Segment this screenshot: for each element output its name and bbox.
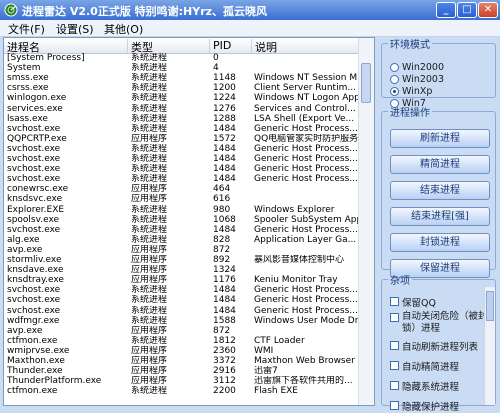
radar-app-icon (4, 3, 18, 17)
window-title: 进程雷达 V2.0正式版 特别鸣谢:HYrz、孤云晓风 (22, 5, 268, 18)
process-pid-cell: 2200 (213, 386, 236, 397)
checkbox-box (390, 297, 399, 306)
radio-win2003[interactable]: Win2003 (390, 73, 444, 85)
checkbox-box (390, 381, 399, 390)
misc-scrollbar[interactable] (484, 287, 495, 405)
checkbox-box (390, 341, 399, 350)
process-name-cell: ctfmon.exe (7, 386, 58, 397)
menu-settings[interactable]: 设置(S) (56, 21, 94, 37)
process-description-cell: Windows User Mode Dr... (254, 315, 358, 326)
maximize-button[interactable]: □ (457, 2, 477, 18)
checkbox-label: 隐藏系统进程 (402, 381, 460, 393)
close-button[interactable]: ✕ (478, 2, 498, 18)
column-header-pid[interactable]: PID (210, 39, 252, 53)
checkbox-auto-trim[interactable]: 自动精简进程 (390, 359, 460, 373)
process-ops-group: 进程操作 刷新进程 精简进程 结束进程 结束进程[强] 封锁进程 保留进程 (381, 104, 496, 278)
checkbox-hide-system[interactable]: 隐藏系统进程 (390, 379, 460, 393)
column-header-type[interactable]: 类型 (128, 39, 210, 54)
process-list-header: 进程名 类型 PID 说明 (4, 38, 374, 54)
checkbox-label: 保留QQ (402, 297, 436, 309)
checkbox-box (390, 313, 399, 322)
process-list[interactable]: 进程名 类型 PID 说明 [System Process] 系统进程 0 Syste… (3, 37, 375, 406)
radio-win2000[interactable]: Win2000 (390, 61, 444, 73)
menu-other[interactable]: 其他(O) (104, 21, 143, 37)
radio-label: WinXp (402, 85, 433, 97)
radio-dot (390, 74, 399, 84)
column-header-name[interactable]: 进程名 (4, 39, 128, 54)
process-description-cell: Application Layer Ga... (254, 234, 357, 245)
process-list-scrollbar[interactable] (358, 38, 374, 405)
radio-label: Win2003 (402, 73, 445, 85)
checkbox-box (390, 361, 399, 370)
checkbox-label: 自动精简进程 (402, 361, 460, 373)
force-end-process-button[interactable]: 结束进程[强] (390, 207, 490, 226)
minimize-button[interactable]: _ (436, 2, 456, 18)
env-mode-group: 环境模式 Win2000 Win2003 WinXp Win7 (381, 36, 496, 109)
process-ops-legend: 进程操作 (390, 108, 430, 119)
menu-bar: 文件(F) 设置(S) 其他(O) (0, 20, 500, 37)
process-type-cell: 系统进程 (131, 386, 168, 397)
column-header-description[interactable]: 说明 (252, 39, 360, 54)
process-description-cell: Flash EXE (254, 386, 298, 397)
misc-group: 杂项 保留QQ 自动关闭危险（被封锁）进程 自动刷新进程列表 自动精简进程 隐藏… (381, 272, 496, 413)
scrollbar-thumb[interactable] (486, 291, 494, 321)
radio-winxp[interactable]: WinXp (390, 85, 432, 97)
misc-legend: 杂项 (390, 276, 410, 287)
env-mode-legend: 环境模式 (390, 40, 430, 51)
process-description-cell: Generic Host Process... (254, 174, 358, 185)
radio-label: Win2000 (402, 61, 445, 73)
checkbox-label: 自动刷新进程列表 (402, 341, 479, 353)
checkbox-auto-refresh[interactable]: 自动刷新进程列表 (390, 339, 479, 353)
block-process-button[interactable]: 封锁进程 (390, 233, 490, 252)
refresh-process-button[interactable]: 刷新进程 (390, 129, 490, 148)
checkbox-auto-close-danger[interactable]: 自动关闭危险（被封锁）进程 (390, 311, 488, 337)
radio-dot (390, 62, 399, 72)
checkbox-keep-qq[interactable]: 保留QQ (390, 295, 436, 309)
title-bar: 进程雷达 V2.0正式版 特别鸣谢:HYrz、孤云晓风 _ □ ✕ (0, 0, 500, 20)
end-process-button[interactable]: 结束进程 (390, 181, 490, 200)
scrollbar-thumb[interactable] (361, 63, 371, 103)
menu-file[interactable]: 文件(F) (8, 21, 45, 37)
checkbox-label: 自动关闭危险（被封锁）进程 (402, 311, 488, 334)
trim-process-button[interactable]: 精简进程 (390, 155, 490, 174)
process-description-cell: 暴风影音媒体控制中心 (254, 255, 345, 265)
table-row[interactable]: ctfmon.exe 系统进程 2200 Flash EXE (4, 386, 374, 397)
radio-dot-selected (390, 86, 399, 96)
